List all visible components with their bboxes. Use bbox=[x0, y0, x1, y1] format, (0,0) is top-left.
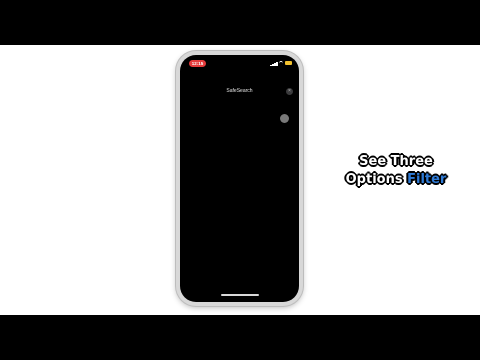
page-title: SafeSearch bbox=[226, 88, 253, 94]
phone-mockup: 12:15 SafeSearch × bbox=[176, 51, 303, 306]
phone-screen: 12:15 SafeSearch × bbox=[180, 55, 299, 302]
close-icon: × bbox=[288, 88, 291, 94]
video-frame: 12:15 SafeSearch × See Three Options Fil… bbox=[0, 45, 480, 315]
tutorial-caption: See Three Options Filter bbox=[334, 153, 458, 189]
caption-options-text: Options bbox=[345, 172, 403, 187]
caption-line-1: See Three bbox=[359, 154, 433, 169]
caption-filter-text: Filter bbox=[407, 172, 447, 187]
close-button[interactable]: × bbox=[286, 88, 293, 95]
wifi-icon bbox=[279, 61, 283, 66]
caption-line-2: Options Filter bbox=[334, 171, 458, 189]
signal-icon bbox=[270, 62, 278, 66]
touch-indicator bbox=[280, 114, 289, 123]
battery-icon bbox=[285, 61, 292, 65]
status-time: 12:15 bbox=[189, 60, 206, 67]
status-bar: 12:15 bbox=[180, 55, 299, 69]
home-indicator[interactable] bbox=[221, 294, 259, 296]
